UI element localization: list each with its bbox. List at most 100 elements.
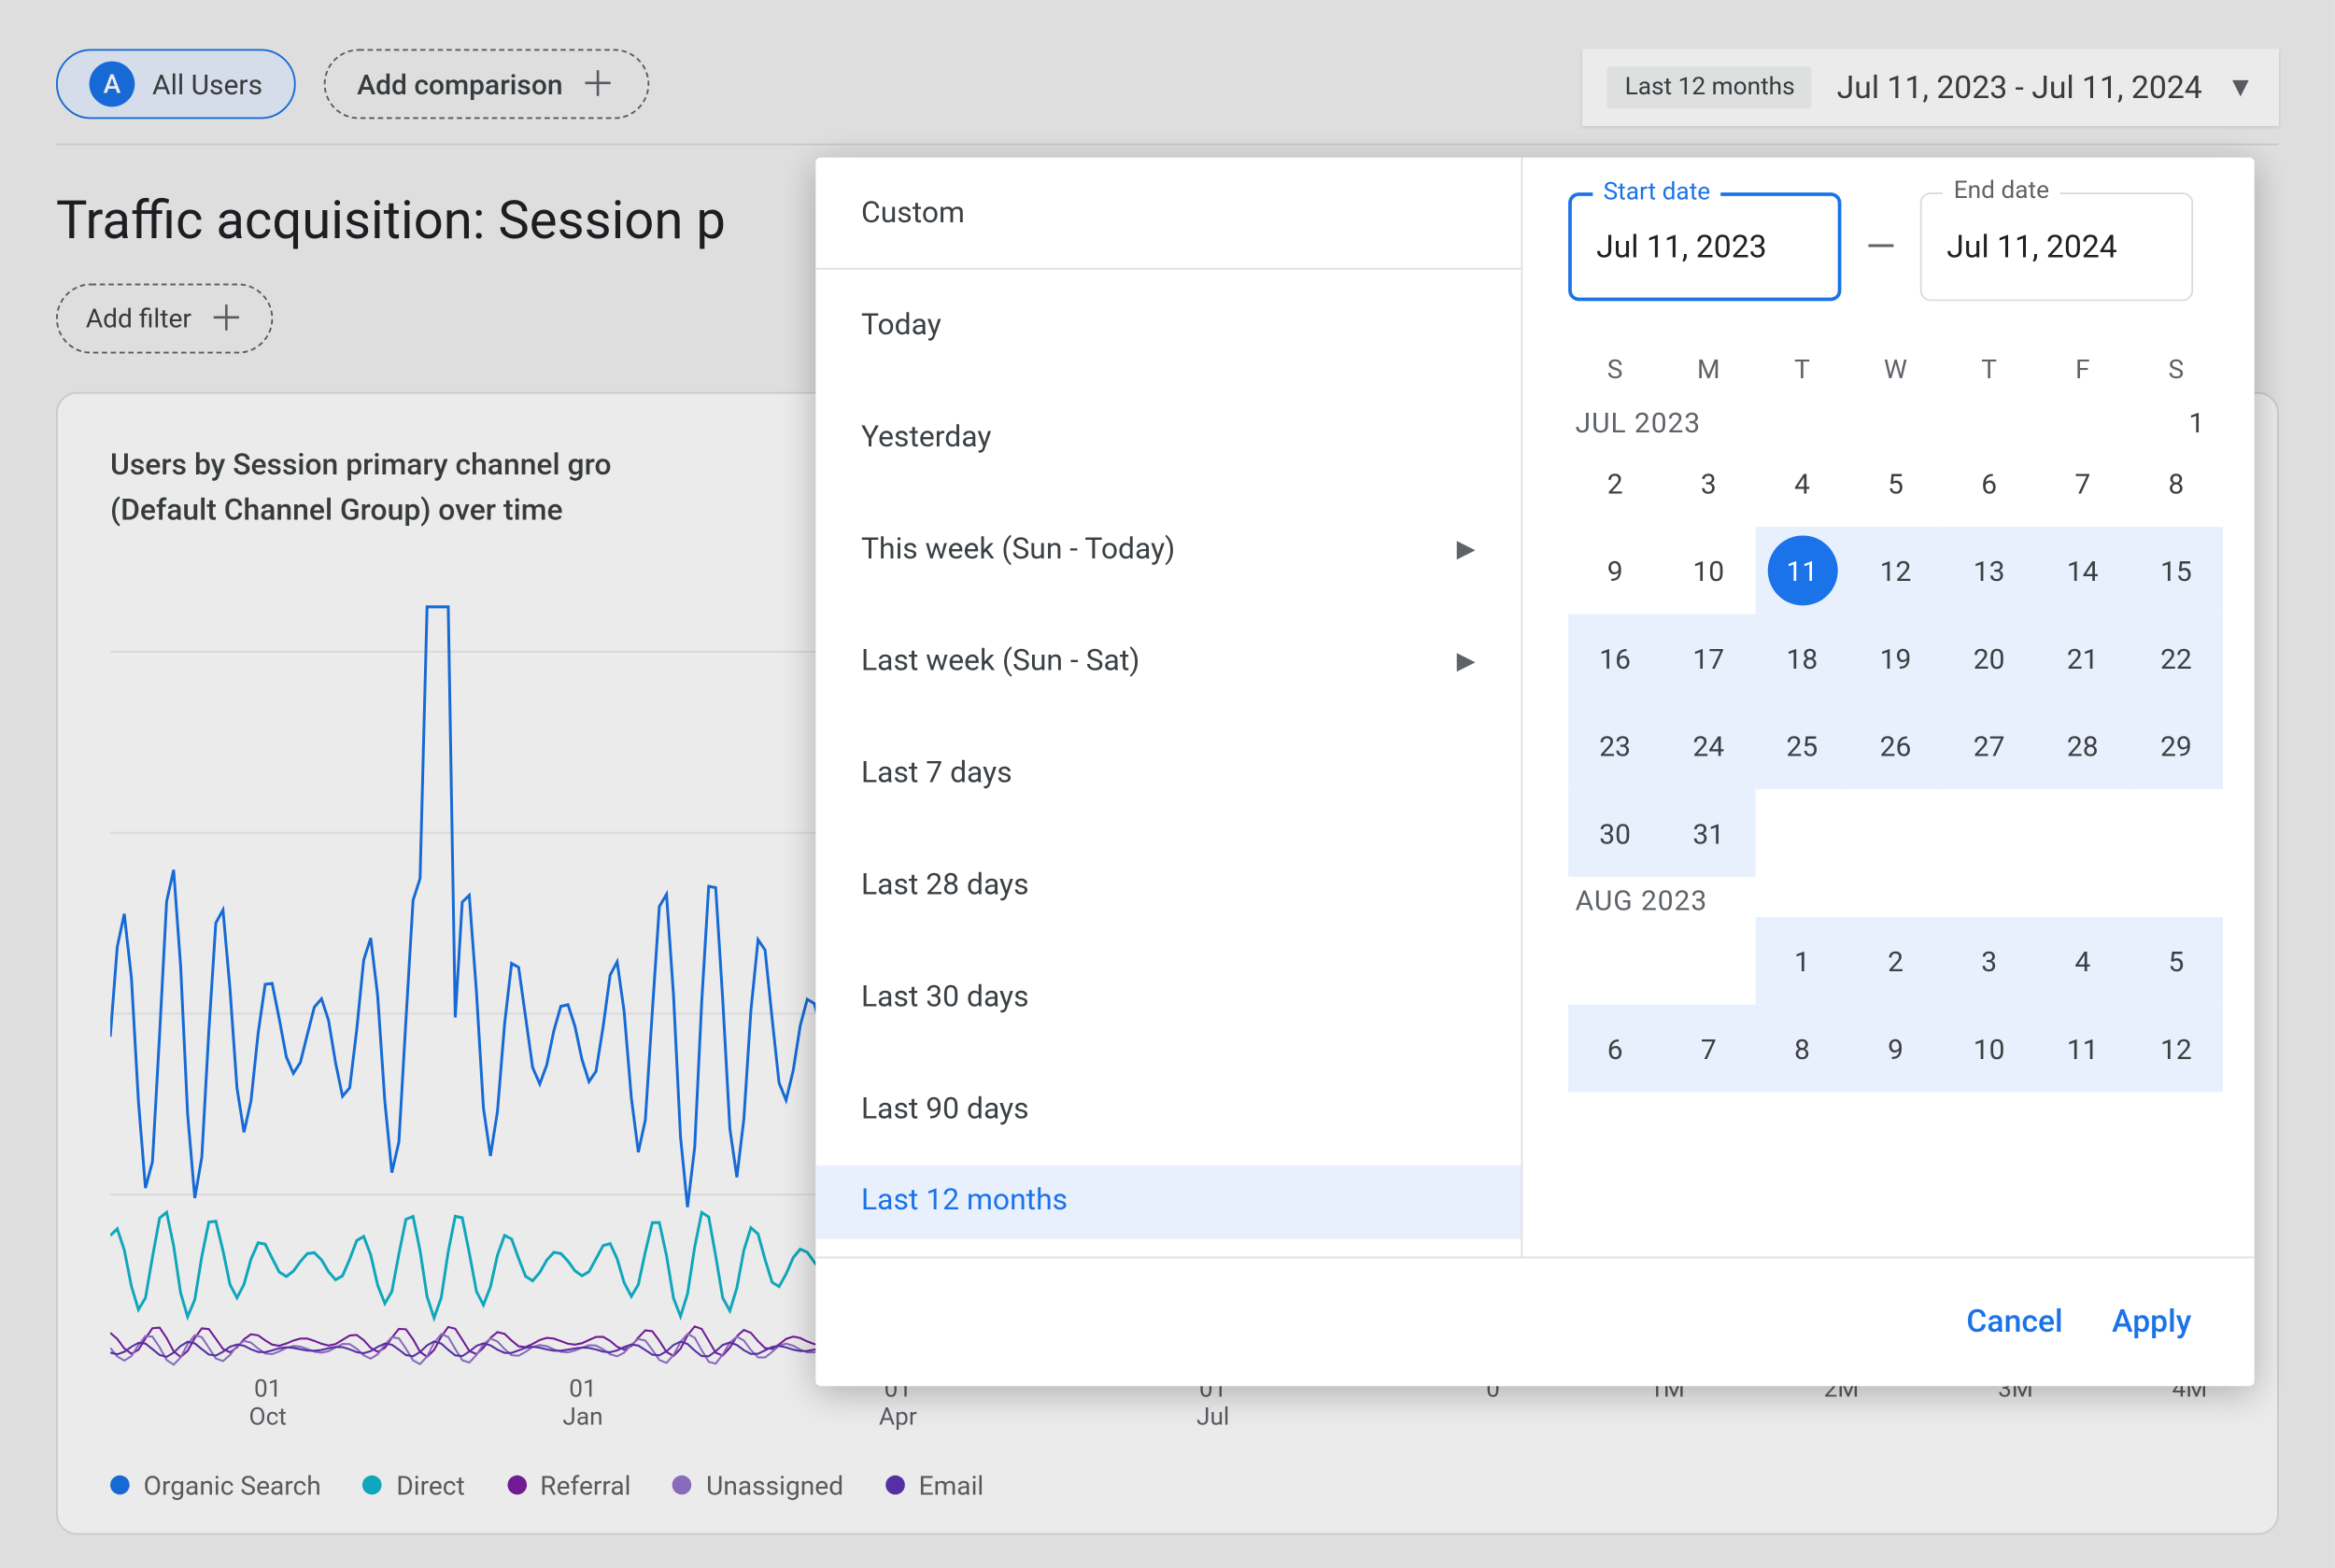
legend-item[interactable]: Referral [507,1470,631,1502]
calendar-dow: M [1662,354,1755,386]
calendar-day[interactable]: 12 [1848,527,1942,614]
date-preset-item[interactable]: This week (Sun - Today)▶ [815,493,1521,605]
x-tick: 01Oct [110,1375,425,1431]
date-preset-item[interactable]: Last week (Sun - Sat)▶ [815,605,1521,717]
legend-item[interactable]: Email [885,1470,984,1502]
calendar-day[interactable]: 17 [1662,614,1755,702]
date-preset-item[interactable]: Last 7 days [815,717,1521,829]
calendar-day[interactable]: 29 [2130,701,2223,789]
calendar-day[interactable]: 1 [1755,917,1848,1005]
legend-label: Organic Search [144,1470,321,1502]
date-preset-item[interactable]: Last 12 months [815,1165,1521,1239]
calendar-day[interactable]: 22 [2130,614,2223,702]
date-preset-item[interactable]: Last 28 days [815,829,1521,941]
preset-label: Custom [861,195,965,230]
calendar-day[interactable]: 7 [2036,439,2130,527]
calendar-day[interactable]: 31 [1662,789,1755,877]
cancel-button[interactable]: Cancel [1966,1304,2062,1340]
calendar-day[interactable]: 16 [1568,614,1662,702]
segment-label: All Users [152,67,262,101]
date-range-dropdown[interactable]: Last 12 months Jul 11, 2023 - Jul 11, 20… [1583,49,2279,125]
add-filter-label: Add filter [86,303,191,334]
calendar-dow: F [2036,354,2130,386]
preset-label: Last week (Sun - Sat) [861,644,1139,679]
calendar-grid-jul: 2345678910111213141516171819202122232425… [1568,439,2223,876]
legend-item[interactable]: Organic Search [110,1470,321,1502]
date-range-preset-badge: Last 12 months [1607,66,1813,108]
calendar-day[interactable]: 19 [1848,614,1942,702]
legend-item[interactable]: Direct [363,1470,465,1502]
calendar-day[interactable]: 15 [2130,527,2223,614]
calendar-day[interactable]: 5 [1848,439,1942,527]
legend-dot-icon [507,1476,527,1495]
calendar-day[interactable]: 18 [1755,614,1848,702]
calendar-day[interactable]: 10 [1662,527,1755,614]
calendar-day[interactable]: 4 [2036,917,2130,1005]
chevron-right-icon: ▶ [1457,535,1476,563]
legend-dot-icon [885,1476,905,1495]
preset-label: Last 28 days [861,869,1029,903]
calendar-day[interactable]: 9 [1568,527,1662,614]
start-date-field[interactable]: Start date Jul 11, 2023 [1568,192,1841,301]
calendar-day[interactable]: 1 [2188,406,2205,440]
preset-label: Last 12 months [861,1183,1068,1218]
date-range-text: Jul 11, 2023 - Jul 11, 2024 [1837,69,2202,106]
calendar-day[interactable]: 24 [1662,701,1755,789]
calendar-day[interactable]: 6 [1568,1005,1662,1093]
add-filter-button[interactable]: Add filter ＋ [56,284,274,354]
preset-label: Today [861,308,941,343]
calendar-day[interactable]: 3 [1662,439,1755,527]
plus-icon: ＋ [580,66,615,101]
calendar-day[interactable]: 25 [1755,701,1848,789]
date-range-separator: — [1866,225,1896,269]
calendar-day[interactable]: 20 [1943,614,2036,702]
calendar-day[interactable]: 5 [2130,917,2223,1005]
date-preset-item[interactable]: Last 90 days [815,1053,1521,1165]
calendar-dow: T [1755,354,1848,386]
legend-item[interactable]: Unassigned [672,1470,843,1502]
date-preset-item[interactable]: Custom [815,158,1521,270]
date-preset-item[interactable]: Today [815,270,1521,382]
calendar-day[interactable]: 23 [1568,701,1662,789]
start-date-label: Start date [1592,178,1720,206]
calendar-day[interactable]: 11 [2036,1005,2130,1093]
x-tick: 01Jan [425,1375,740,1431]
date-preset-list: Custom Today YesterdayThis week (Sun - Tod… [815,158,1522,1257]
calendar-day[interactable]: 10 [1943,1005,2036,1093]
calendar-day[interactable]: 8 [1755,1005,1848,1093]
legend-label: Unassigned [706,1470,843,1502]
calendar-day[interactable]: 3 [1943,917,2036,1005]
calendar-day[interactable]: 9 [1848,1005,1942,1093]
calendar-day[interactable]: 2 [1568,439,1662,527]
calendar-day[interactable]: 2 [1848,917,1942,1005]
legend-label: Referral [540,1470,630,1502]
preset-label: Last 90 days [861,1092,1029,1126]
calendar-dow: S [2130,354,2223,386]
calendar-day[interactable]: 4 [1755,439,1848,527]
plus-icon: ＋ [209,301,244,335]
calendar-day[interactable]: 21 [2036,614,2130,702]
caret-down-icon: ▼ [2227,70,2255,105]
date-preset-item[interactable]: Yesterday [815,382,1521,494]
date-preset-item[interactable]: Last 30 days [815,941,1521,1053]
calendar-day[interactable]: 28 [2036,701,2130,789]
calendar-day[interactable]: 13 [1943,527,2036,614]
calendar-day[interactable]: 27 [1943,701,2036,789]
calendar-day[interactable]: 11 [1755,527,1848,614]
calendar-day[interactable]: 30 [1568,789,1662,877]
calendar-day[interactable]: 8 [2130,439,2223,527]
calendar-month-label: JUL 2023 1 [1568,406,2223,440]
calendar-day[interactable]: 14 [2036,527,2130,614]
apply-button[interactable]: Apply [2112,1304,2191,1340]
calendar-dow: W [1848,354,1942,386]
calendar-day[interactable]: 26 [1848,701,1942,789]
segment-all-users[interactable]: A All Users [56,49,296,119]
calendar-day[interactable]: 6 [1943,439,2036,527]
end-date-field[interactable]: End date Jul 11, 2024 [1920,192,2193,301]
calendar-day[interactable]: 7 [1662,1005,1755,1093]
add-comparison-button[interactable]: Add comparison ＋ [324,49,649,119]
preset-label: Last 7 days [861,756,1012,791]
legend-dot-icon [363,1476,383,1495]
end-date-label: End date [1943,177,2059,205]
calendar-day[interactable]: 12 [2130,1005,2223,1093]
